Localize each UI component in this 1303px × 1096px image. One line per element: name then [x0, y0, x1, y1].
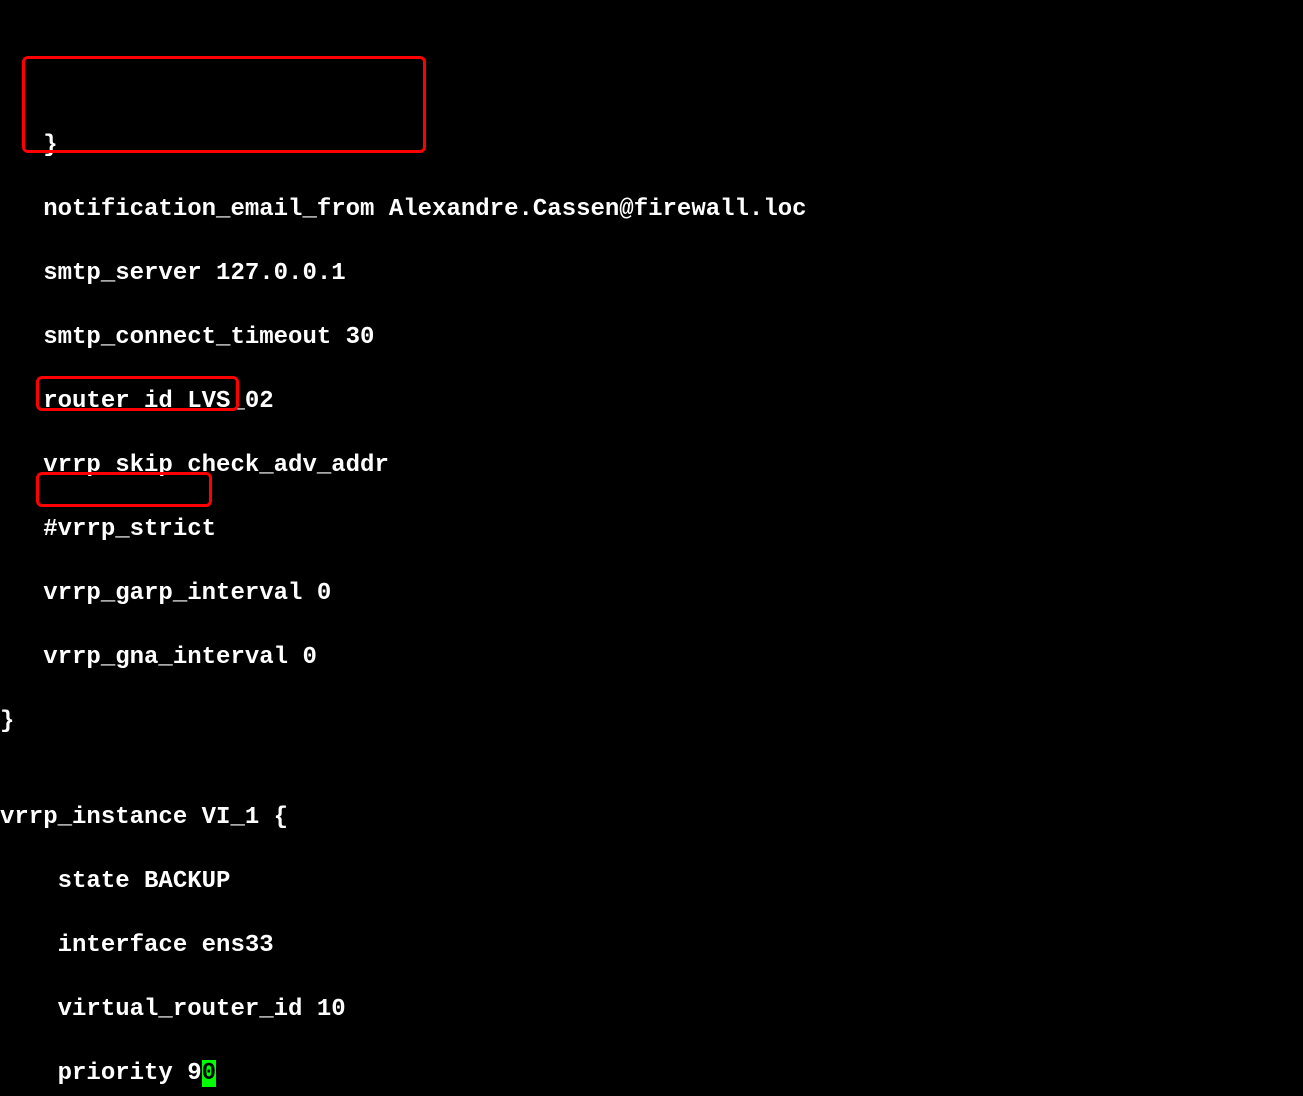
config-line: interface ens33: [0, 930, 1303, 962]
config-line: }: [0, 130, 1303, 162]
config-text: priority 9: [0, 1060, 202, 1087]
config-line: virtual_router_id 10: [0, 994, 1303, 1026]
config-line: vrrp_skip_check_adv_addr: [0, 450, 1303, 482]
terminal-cursor: 0: [202, 1060, 216, 1087]
config-line: state BACKUP: [0, 866, 1303, 898]
config-line: #vrrp_strict: [0, 514, 1303, 546]
config-line: router_id LVS_02: [0, 386, 1303, 418]
config-line: smtp_connect_timeout 30: [0, 322, 1303, 354]
config-line: vrrp_garp_interval 0: [0, 578, 1303, 610]
config-line: smtp_server 127.0.0.1: [0, 258, 1303, 290]
config-line: vrrp_instance VI_1 {: [0, 802, 1303, 834]
config-line: }: [0, 706, 1303, 738]
config-line: priority 90: [0, 1058, 1303, 1090]
config-line: vrrp_gna_interval 0: [0, 642, 1303, 674]
config-line: notification_email_from Alexandre.Cassen…: [0, 194, 1303, 226]
